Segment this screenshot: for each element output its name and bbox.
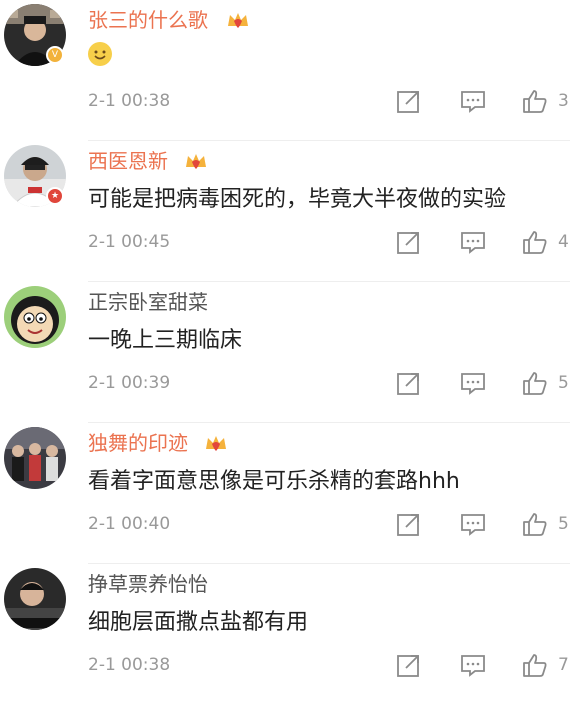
comment-icon[interactable] bbox=[460, 229, 486, 255]
avatar[interactable] bbox=[4, 568, 66, 630]
like-count: 7 bbox=[558, 655, 569, 675]
username[interactable]: 挣草票养怡怡 bbox=[88, 570, 208, 598]
avatar[interactable] bbox=[4, 286, 66, 348]
comment-item: 挣草票养怡怡 细胞层面撒点盐都有用 2-1 00:38 7 bbox=[0, 564, 570, 705]
avatar[interactable] bbox=[4, 427, 66, 489]
crown-badge-icon bbox=[206, 436, 226, 451]
thumbs-up-icon[interactable] bbox=[522, 370, 548, 396]
timestamp: 2-1 00:39 bbox=[88, 373, 171, 393]
username[interactable]: 西医恩新 bbox=[88, 147, 168, 175]
username[interactable]: 独舞的印迹 bbox=[88, 429, 188, 457]
like-count: 4 bbox=[558, 232, 569, 252]
thumbs-up-icon[interactable] bbox=[522, 511, 548, 537]
smile-emoji-icon bbox=[88, 42, 112, 66]
comment-item: V 张三的什么歌 2-1 00:38 3 bbox=[0, 0, 570, 141]
like-count: 5 bbox=[558, 514, 569, 534]
comment-icon[interactable] bbox=[460, 88, 486, 114]
comment-icon[interactable] bbox=[460, 652, 486, 678]
comment-icon[interactable] bbox=[460, 370, 486, 396]
comment-text: 细胞层面撒点盐都有用 bbox=[88, 610, 309, 635]
share-icon[interactable] bbox=[396, 652, 422, 678]
timestamp: 2-1 00:38 bbox=[88, 91, 171, 111]
comment-text: 一晚上三期临床 bbox=[88, 328, 243, 353]
thumbs-up-icon[interactable] bbox=[522, 229, 548, 255]
comment-item: ★ 西医恩新 可能是把病毒困死的，毕竟大半夜做的实验 2-1 00:45 4 bbox=[0, 141, 570, 282]
share-icon[interactable] bbox=[396, 511, 422, 537]
verified-badge-icon: V bbox=[46, 46, 64, 64]
like-count: 3 bbox=[558, 91, 569, 111]
share-icon[interactable] bbox=[396, 88, 422, 114]
share-icon[interactable] bbox=[396, 370, 422, 396]
comment-item: 独舞的印迹 看着字面意思像是可乐杀精的套路hhh 2-1 00:40 5 bbox=[0, 423, 570, 564]
username[interactable]: 张三的什么歌 bbox=[88, 6, 208, 34]
username[interactable]: 正宗卧室甜菜 bbox=[88, 288, 208, 316]
crown-badge-icon bbox=[228, 13, 248, 28]
comment-text: 可能是把病毒困死的，毕竟大半夜做的实验 bbox=[88, 187, 507, 212]
crown-badge-icon bbox=[186, 154, 206, 169]
like-count: 5 bbox=[558, 373, 569, 393]
verified-badge-icon: ★ bbox=[46, 187, 64, 205]
timestamp: 2-1 00:45 bbox=[88, 232, 171, 252]
comment-text: 看着字面意思像是可乐杀精的套路hhh bbox=[88, 469, 460, 494]
comment-icon[interactable] bbox=[460, 511, 486, 537]
timestamp: 2-1 00:38 bbox=[88, 655, 171, 675]
share-icon[interactable] bbox=[396, 229, 422, 255]
comment-text bbox=[88, 42, 570, 75]
thumbs-up-icon[interactable] bbox=[522, 652, 548, 678]
comment-item: 正宗卧室甜菜 一晚上三期临床 2-1 00:39 5 bbox=[0, 282, 570, 423]
thumbs-up-icon[interactable] bbox=[522, 88, 548, 114]
timestamp: 2-1 00:40 bbox=[88, 514, 171, 534]
